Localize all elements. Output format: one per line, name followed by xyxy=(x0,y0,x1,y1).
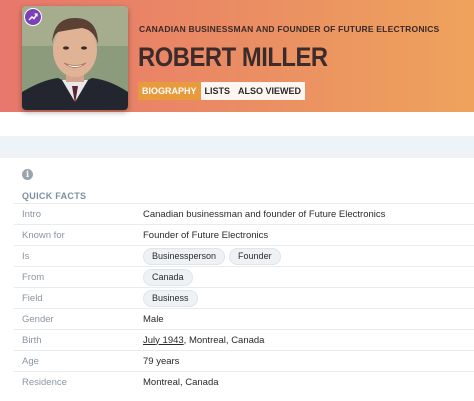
fact-value: July 1943 , Montreal, Canada xyxy=(143,335,264,346)
page-title: ROBERT MILLER xyxy=(138,42,328,72)
fact-label: Known for xyxy=(22,229,65,241)
fact-value: Montreal, Canada xyxy=(143,376,219,388)
fact-row-residence: Residence Montreal, Canada xyxy=(14,371,474,392)
fact-value: Male xyxy=(143,313,164,325)
trending-icon xyxy=(24,8,42,26)
fact-row-birth: Birth July 1943 , Montreal, Canada xyxy=(14,329,474,350)
fact-row-intro: Intro Canadian businessman and founder o… xyxy=(14,203,474,224)
tag-chip-businessperson[interactable]: Businessperson xyxy=(143,247,226,265)
tab-biography[interactable]: BIOGRAPHY xyxy=(138,82,201,100)
fact-row-field: Field Business xyxy=(14,287,474,308)
tag-chip-founder[interactable]: Founder xyxy=(229,247,281,265)
fact-row-from: From Canada xyxy=(14,266,474,287)
fact-label: From xyxy=(22,271,45,283)
fact-row-known-for: Known for Founder of Future Electronics xyxy=(14,224,474,245)
fact-label: Gender xyxy=(22,313,54,325)
section-divider-band xyxy=(0,136,474,158)
fact-label: Intro xyxy=(22,208,42,220)
fact-value: Canada xyxy=(143,268,197,286)
tab-bar: BIOGRAPHY LISTS ALSO VIEWED xyxy=(138,82,306,100)
fact-value: 79 years xyxy=(143,355,180,367)
birth-date-link[interactable]: July 1943 xyxy=(143,335,184,346)
info-icon[interactable]: i xyxy=(22,169,33,180)
fact-value: Founder of Future Electronics xyxy=(143,229,269,241)
tab-lists[interactable]: LISTS xyxy=(200,82,235,100)
fact-value: Business xyxy=(143,289,202,307)
fact-value: Canadian businessman and founder of Futu… xyxy=(143,208,386,220)
fact-label: Residence xyxy=(22,376,67,388)
quick-facts-title: QUICK FACTS xyxy=(22,191,87,201)
fact-row-gender: Gender Male xyxy=(14,308,474,329)
fact-label: Field xyxy=(22,292,43,304)
fact-label: Birth xyxy=(22,334,42,346)
profile-header: CANADIAN BUSINESSMAN AND FOUNDER OF FUTU… xyxy=(0,0,474,112)
fact-label: Is xyxy=(22,250,30,262)
tag-chip-canada[interactable]: Canada xyxy=(143,268,193,286)
fact-label: Age xyxy=(22,355,39,367)
quick-facts-table: Intro Canadian businessman and founder o… xyxy=(14,203,474,392)
tab-also-viewed[interactable]: ALSO VIEWED xyxy=(234,82,306,100)
fact-row-is: Is Businessperson Founder xyxy=(14,245,474,266)
profile-subtitle: CANADIAN BUSINESSMAN AND FOUNDER OF FUTU… xyxy=(139,24,440,34)
birth-place: , Montreal, Canada xyxy=(183,334,265,346)
fact-row-age: Age 79 years xyxy=(14,350,474,371)
fact-value: Businessperson Founder xyxy=(143,247,285,265)
tag-chip-business[interactable]: Business xyxy=(143,289,198,307)
